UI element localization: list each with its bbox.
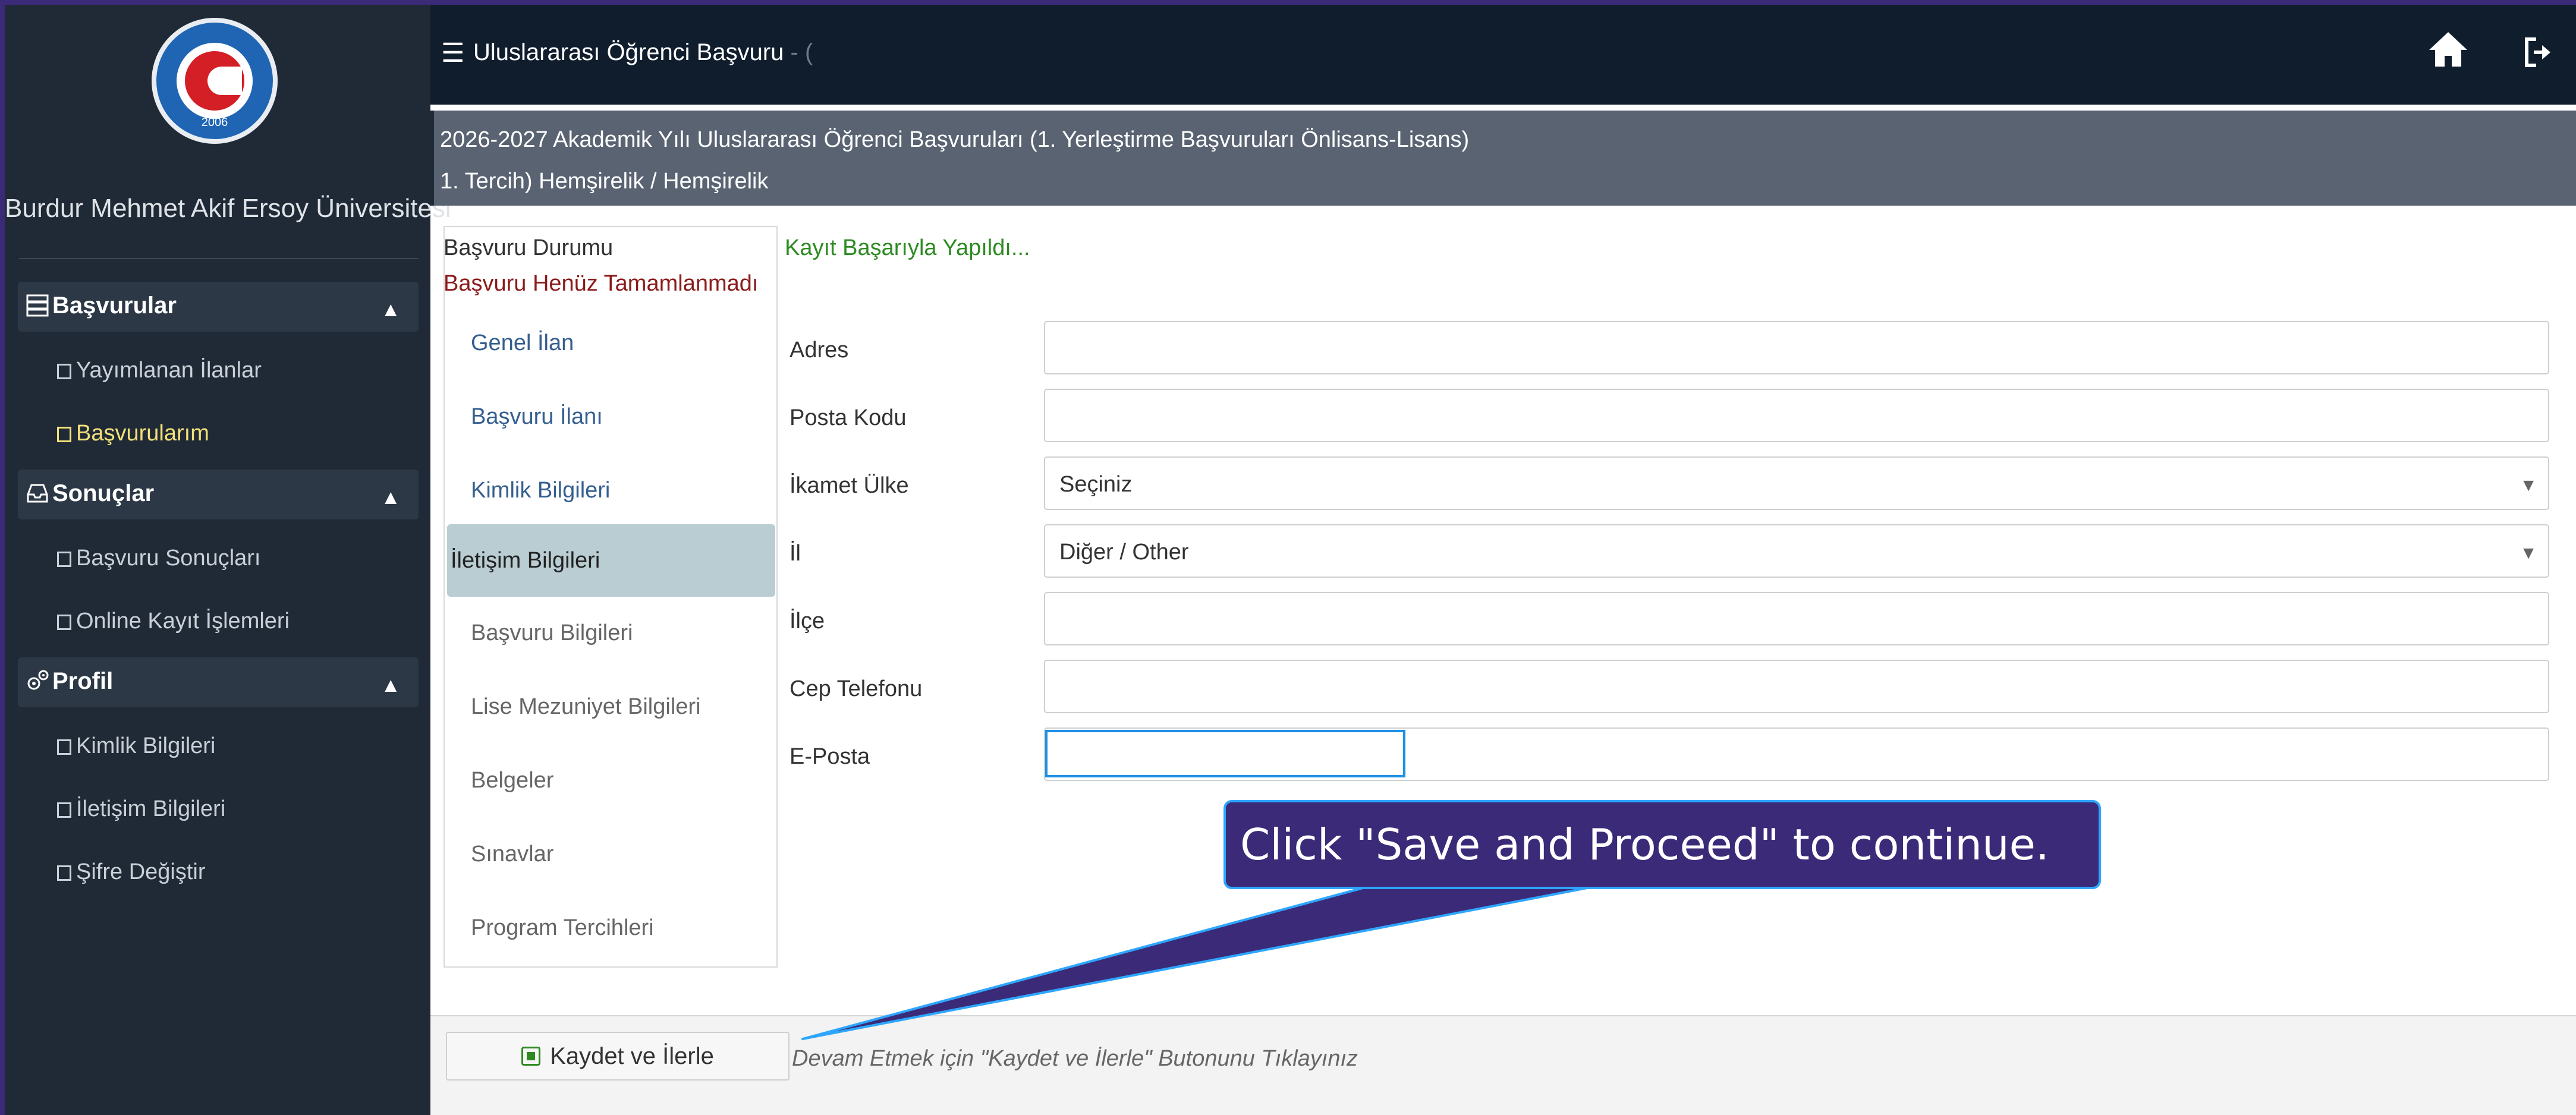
- section-label: Sonuçlar: [52, 480, 155, 506]
- success-message: Kayıt Başarıyla Yapıldı...: [785, 235, 1030, 260]
- step-genel-ilan[interactable]: Genel İlan: [471, 330, 574, 356]
- square-icon: [57, 364, 71, 379]
- sidebar-item-sifre-degistir[interactable]: Şifre Değiştir: [57, 859, 206, 885]
- square-icon: [57, 615, 71, 630]
- university-logo[interactable]: 2006: [152, 18, 278, 144]
- sidebar-item-label: Şifre Değiştir: [76, 859, 206, 884]
- sidebar-item-label: Başvuru Sonuçları: [76, 546, 261, 571]
- save-icon: [521, 1047, 541, 1066]
- step-iletisim-bilgileri[interactable]: İletişim Bilgileri: [447, 524, 775, 597]
- sidebar-item-online-kayit[interactable]: Online Kayıt İşlemleri: [57, 609, 290, 634]
- sidebar-section-sonuclar[interactable]: Sonuçlar ▲: [18, 470, 419, 519]
- sidebar-item-label: Başvurularım: [76, 421, 209, 446]
- caret-down-icon: ▼: [2520, 543, 2537, 563]
- topbar: ☰ Uluslararası Öğrenci Başvuru - (: [430, 5, 2576, 105]
- residence-country-label: İkamet Ülke: [790, 473, 909, 498]
- mobile-phone-label: Cep Telefonu: [790, 676, 923, 701]
- sidebar-divider: [19, 258, 419, 259]
- page-title: Uluslararası Öğrenci Başvuru - (: [473, 39, 813, 66]
- application-preference: 1. Tercih) Hemşirelik / Hemşirelik: [440, 169, 769, 194]
- caret-down-icon: ▼: [2520, 475, 2537, 495]
- logo-crescent: [185, 51, 244, 111]
- province-value: Diğer / Other: [1059, 540, 1189, 565]
- logo-year: 2006: [201, 116, 228, 129]
- sidebar-item-label: Online Kayıt İşlemleri: [76, 609, 290, 634]
- save-and-proceed-button[interactable]: Kaydet ve İlerle: [446, 1032, 790, 1081]
- sidebar: 2006 Burdur Mehmet Akif Ersoy Üniversite…: [5, 5, 451, 1115]
- page-title-suffix: - (: [790, 39, 813, 65]
- callout-text: Click "Save and Proceed" to continue.: [1240, 820, 2049, 870]
- step-lise-mezuniyet[interactable]: Lise Mezuniyet Bilgileri: [471, 694, 701, 720]
- square-icon: [57, 865, 71, 881]
- sidebar-section-profil[interactable]: Profil ▲: [18, 657, 419, 707]
- step-basvuru-bilgileri[interactable]: Başvuru Bilgileri: [471, 621, 633, 646]
- step-basvuru-ilani[interactable]: Başvuru İlanı: [471, 404, 603, 430]
- email-label: E-Posta: [790, 744, 870, 769]
- sidebar-item-label: Yayımlanan İlanlar: [76, 358, 262, 383]
- chevron-up-icon[interactable]: ▲: [380, 298, 401, 322]
- section-label: Profil: [52, 668, 114, 694]
- inbox-icon: [24, 480, 51, 506]
- district-input[interactable]: [1044, 592, 2549, 645]
- step-sinavlar[interactable]: Sınavlar: [471, 842, 553, 867]
- sidebar-item-basvuru-sonuclari[interactable]: Başvuru Sonuçları: [57, 546, 261, 571]
- square-icon: [57, 552, 71, 567]
- square-icon: [57, 427, 71, 442]
- square-icon: [57, 739, 71, 755]
- residence-country-value: Seçiniz: [1059, 472, 1133, 497]
- sidebar-section-basvurular[interactable]: Başvurular ▲: [18, 282, 419, 332]
- postal-code-input[interactable]: [1044, 389, 2549, 442]
- university-name: Burdur Mehmet Akif Ersoy Üniversitesi: [5, 194, 451, 223]
- application-status-label: Başvuru Durumu: [444, 235, 614, 260]
- step-belgeler[interactable]: Belgeler: [471, 768, 553, 793]
- step-label: İletişim Bilgileri: [451, 548, 600, 573]
- sidebar-item-basvurularim[interactable]: Başvurularım: [57, 421, 209, 446]
- square-icon: [57, 802, 71, 818]
- sidebar-item-yayimlanan-ilanlar[interactable]: Yayımlanan İlanlar: [57, 358, 262, 383]
- home-icon[interactable]: [2426, 26, 2471, 71]
- step-program-tercihleri[interactable]: Program Tercihleri: [471, 915, 654, 941]
- gears-icon: [24, 668, 51, 694]
- application-status-value: Başvuru Henüz Tamamlanmadı: [444, 271, 759, 296]
- server-icon: [24, 292, 51, 319]
- sidebar-item-kimlik-bilgileri[interactable]: Kimlik Bilgileri: [57, 733, 215, 759]
- residence-country-select[interactable]: Seçiniz ▼: [1044, 456, 2549, 510]
- section-label: Başvurular: [52, 292, 177, 319]
- sidebar-item-label: İletişim Bilgileri: [76, 796, 226, 821]
- menu-icon[interactable]: ☰: [441, 38, 464, 68]
- province-label: İl: [790, 541, 801, 566]
- chevron-up-icon[interactable]: ▲: [380, 674, 401, 697]
- address-label: Adres: [790, 338, 849, 363]
- chevron-up-icon[interactable]: ▲: [380, 486, 401, 509]
- application-title: 2026-2027 Akademik Yılı Uluslararası Öğr…: [440, 127, 1470, 152]
- save-button-label: Kaydet ve İlerle: [550, 1042, 714, 1069]
- email-input[interactable]: [1045, 730, 1405, 777]
- tutorial-callout: Click "Save and Proceed" to continue.: [1223, 800, 2101, 889]
- app-frame: 2006 Burdur Mehmet Akif Ersoy Üniversite…: [5, 5, 2576, 1115]
- district-label: İlçe: [790, 609, 825, 634]
- page-title-text: Uluslararası Öğrenci Başvuru: [473, 39, 784, 65]
- sidebar-item-iletisim-bilgileri[interactable]: İletişim Bilgileri: [57, 796, 225, 822]
- logout-icon[interactable]: [2521, 34, 2556, 78]
- postal-code-label: Posta Kodu: [790, 405, 907, 430]
- footer-hint: Devam Etmek için "Kaydet ve İlerle" Buto…: [792, 1046, 1358, 1071]
- step-kimlik-bilgileri[interactable]: Kimlik Bilgileri: [471, 478, 610, 503]
- address-input[interactable]: [1044, 321, 2549, 374]
- application-header: 2026-2027 Akademik Yılı Uluslararası Öğr…: [430, 111, 2576, 206]
- logo-emblem: [177, 43, 253, 119]
- province-select[interactable]: Diğer / Other ▼: [1044, 524, 2549, 578]
- sidebar-item-label: Kimlik Bilgileri: [76, 733, 216, 758]
- mobile-phone-input[interactable]: [1044, 660, 2549, 713]
